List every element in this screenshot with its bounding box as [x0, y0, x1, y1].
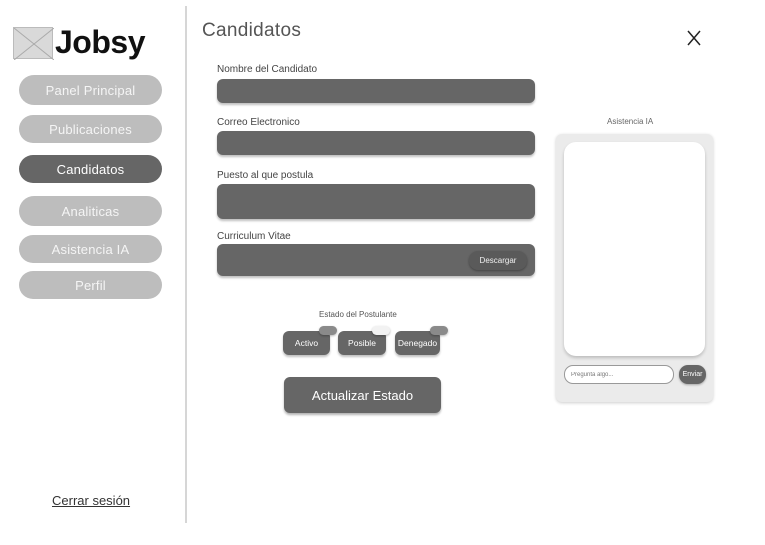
- status-title: Estado del Postulante: [319, 310, 397, 319]
- logout-link[interactable]: Cerrar sesión: [52, 493, 130, 508]
- status-posible-toggle[interactable]: [372, 326, 390, 335]
- candidate-name-label: Nombre del Candidato: [217, 64, 318, 75]
- ai-chat-area: [564, 142, 705, 356]
- ai-panel-title: Asistencia IA: [607, 117, 654, 126]
- ai-question-input[interactable]: [564, 365, 674, 384]
- email-field[interactable]: [217, 131, 535, 155]
- sidebar-item-analiticas[interactable]: Analiticas: [19, 196, 162, 226]
- position-field[interactable]: [217, 184, 535, 219]
- ai-send-button[interactable]: Enviar: [679, 365, 706, 384]
- sidebar-item-panel-principal[interactable]: Panel Principal: [19, 75, 162, 105]
- sidebar-item-perfil[interactable]: Perfil: [19, 271, 162, 299]
- email-label: Correo Electronico: [217, 117, 300, 128]
- sidebar-divider: [185, 6, 187, 523]
- position-label: Puesto al que postula: [217, 170, 314, 181]
- status-activo-toggle[interactable]: [319, 326, 337, 335]
- sidebar-item-candidatos[interactable]: Candidatos: [19, 155, 162, 183]
- app-logo: Jobsy: [13, 24, 145, 61]
- candidate-name-field[interactable]: [217, 79, 535, 103]
- page-title: Candidatos: [202, 20, 302, 41]
- cv-label: Curriculum Vitae: [217, 231, 291, 242]
- status-denegado-toggle[interactable]: [430, 326, 448, 335]
- download-cv-button[interactable]: Descargar: [469, 251, 527, 270]
- sidebar-item-asistencia-ia[interactable]: Asistencia IA: [19, 235, 162, 263]
- app-name: Jobsy: [55, 24, 145, 60]
- logo-image-placeholder-icon: [13, 26, 54, 60]
- update-status-button[interactable]: Actualizar Estado: [284, 377, 441, 413]
- close-icon[interactable]: [686, 28, 702, 48]
- sidebar-item-publicaciones[interactable]: Publicaciones: [19, 115, 162, 143]
